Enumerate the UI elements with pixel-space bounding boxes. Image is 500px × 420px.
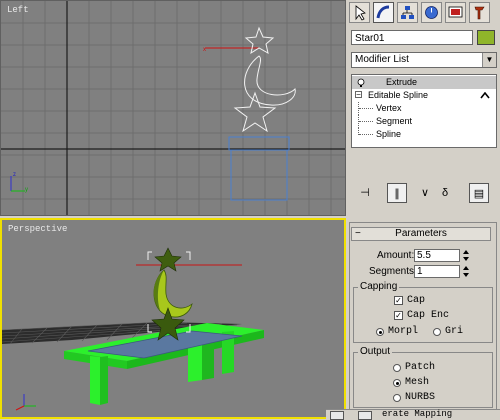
modifier-list-label: Modifier List xyxy=(355,54,409,65)
bottom-toolbar: erate Mapping xyxy=(326,409,500,420)
command-panel: Star01 Modifier List ▼ Extrude − Editabl… xyxy=(347,0,500,419)
stack-item-segment[interactable]: Segment xyxy=(352,115,496,128)
patch-radio[interactable] xyxy=(393,364,401,372)
lightbulb-icon xyxy=(357,78,365,87)
persp-top-star xyxy=(154,247,182,272)
crescent-outline xyxy=(244,55,296,106)
bottom-star-outline xyxy=(233,91,277,133)
make-unique-icon[interactable]: ∨ xyxy=(415,183,435,203)
show-end-result-icon[interactable]: ∥ xyxy=(387,183,407,203)
stack-item-extrude[interactable]: Extrude xyxy=(352,76,496,89)
morph-radio[interactable] xyxy=(376,328,384,336)
stack-toolbar: ⊣ ∥ ∨ δ ▤ xyxy=(351,183,497,205)
collapse-icon[interactable]: − xyxy=(355,91,362,99)
amount-label: Amount: xyxy=(377,250,415,261)
command-panel-tabs xyxy=(349,2,497,26)
pin-stack-icon[interactable]: ⊣ xyxy=(355,183,375,203)
remove-modifier-icon[interactable]: δ xyxy=(435,183,455,203)
cap-end-checkbox[interactable]: ✓ xyxy=(394,311,403,320)
chevron-icon xyxy=(480,92,490,99)
modifier-stack[interactable]: Extrude − Editable Spline Vertex Segment… xyxy=(351,74,497,148)
display-icon[interactable] xyxy=(445,2,466,23)
parameters-rollout-header[interactable]: − Parameters xyxy=(351,227,491,241)
grid-label: Gri xyxy=(445,326,464,337)
capping-title: Capping xyxy=(358,281,400,292)
left-grid xyxy=(1,1,345,215)
segments-spinner[interactable]: 1 xyxy=(414,265,460,278)
collapse-icon: − xyxy=(355,228,361,239)
generate-mapping-label[interactable]: erate Mapping xyxy=(382,409,452,419)
cap-end-label: Cap Enc xyxy=(407,310,450,321)
svg-text:x: x xyxy=(203,47,206,53)
utilities-icon[interactable] xyxy=(469,2,490,23)
object-color-swatch[interactable] xyxy=(477,30,495,45)
left-viewport-canvas: x z y xyxy=(1,1,345,215)
amount-spinner[interactable]: 5.5 xyxy=(414,249,460,262)
cap-start-label: Cap xyxy=(407,295,426,306)
grid-radio[interactable] xyxy=(433,328,441,336)
perspective-viewport-canvas xyxy=(2,247,264,411)
top-star-outline xyxy=(244,26,275,55)
hierarchy-icon[interactable] xyxy=(397,2,418,23)
create-icon[interactable] xyxy=(349,2,370,23)
modify-icon[interactable] xyxy=(373,2,394,23)
perspective-viewport[interactable]: Perspective xyxy=(0,218,346,419)
patch-label: Patch xyxy=(405,362,436,373)
stack-item-editable-spline[interactable]: − Editable Spline xyxy=(352,89,496,102)
segments-label: Segments: xyxy=(369,266,417,277)
amount-spinner-arrows[interactable] xyxy=(462,249,470,262)
stack-item-vertex[interactable]: Vertex xyxy=(352,102,496,115)
base-box-outline xyxy=(228,136,290,151)
morph-label: Morpl xyxy=(388,326,419,337)
svg-text:z: z xyxy=(13,172,16,178)
segments-spinner-arrows[interactable] xyxy=(462,265,470,278)
nurbs-label: NURBS xyxy=(405,392,436,403)
left-viewport[interactable]: Left x z y xyxy=(0,0,346,216)
modifier-list-dropdown[interactable]: Modifier List ▼ xyxy=(351,52,497,68)
chevron-down-icon[interactable]: ▼ xyxy=(482,53,496,67)
stack-item-spline[interactable]: Spline xyxy=(352,128,496,141)
axis-tripod-perspective xyxy=(15,394,36,411)
object-name-field[interactable]: Star01 xyxy=(351,30,473,45)
motion-icon[interactable] xyxy=(421,2,442,23)
left-grid-axes xyxy=(1,1,345,215)
axis-tripod-left: z y xyxy=(10,172,28,193)
cap-start-checkbox[interactable]: ✓ xyxy=(394,296,403,305)
svg-text:y: y xyxy=(25,187,28,193)
mesh-label: Mesh xyxy=(405,377,430,388)
mesh-radio[interactable] xyxy=(393,379,401,387)
configure-sets-icon[interactable]: ▤ xyxy=(469,183,489,203)
output-title: Output xyxy=(358,346,393,357)
nurbs-radio[interactable] xyxy=(393,394,401,402)
